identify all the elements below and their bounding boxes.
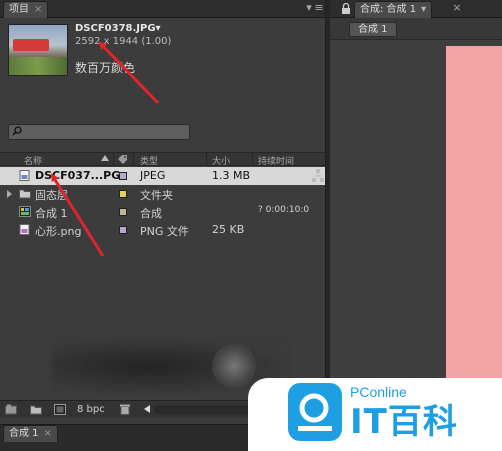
- column-name[interactable]: 名称: [24, 154, 42, 167]
- interpret-footage-icon[interactable]: [5, 404, 17, 415]
- composition-tab-bar: 合成: 合成 1 ▾ ×: [330, 0, 502, 18]
- tab-project-label: 项目: [9, 4, 29, 15]
- after-effects-workspace: 项目 × ▾ ≡ DSCF0378.JPG▾ 2592 x 1944 (1.00)…: [0, 0, 502, 451]
- list-item[interactable]: 合成 1 合成 ? 0:00:10:0: [0, 203, 325, 221]
- panel-options-icon[interactable]: ≡: [312, 2, 326, 15]
- composition-canvas[interactable]: [446, 46, 502, 424]
- preview-file-name[interactable]: DSCF0378.JPG▾: [75, 23, 161, 34]
- search-icon: [12, 126, 22, 136]
- file-type: 合成: [140, 207, 162, 220]
- breadcrumb-item[interactable]: 合成 1: [349, 22, 397, 37]
- image-file-icon: [19, 224, 30, 235]
- list-item[interactable]: DSCF037...PG JPEG 1.3 MB: [0, 167, 325, 185]
- tab-timeline-label: 合成 1: [9, 428, 39, 439]
- trash-icon[interactable]: [119, 404, 131, 415]
- tab-timeline[interactable]: 合成 1 ×: [3, 425, 58, 442]
- project-search-input[interactable]: [8, 124, 190, 140]
- file-size: 25 KB: [212, 223, 245, 236]
- column-divider[interactable]: [252, 153, 253, 166]
- file-name: 心形.png: [35, 225, 82, 238]
- blurred-disc: [212, 344, 256, 388]
- expand-triangle-icon[interactable]: [7, 190, 12, 198]
- new-folder-icon[interactable]: [30, 404, 42, 415]
- close-icon[interactable]: ×: [34, 4, 42, 15]
- footage-thumbnail: [8, 24, 68, 76]
- watermark-title: IT百科: [350, 402, 458, 442]
- lock-icon[interactable]: [341, 3, 351, 14]
- pconline-logo-icon: [288, 383, 342, 441]
- watermark-brand: PConline: [350, 384, 407, 400]
- image-file-icon: [19, 170, 30, 181]
- file-type: JPEG: [140, 169, 166, 182]
- tab-composition-label: 合成: 合成 1: [360, 4, 417, 15]
- flowchart-icon[interactable]: [312, 169, 324, 183]
- project-column-header: 名称 类型 大小 持续时间: [0, 152, 325, 167]
- list-item[interactable]: 固态层 文件夹: [0, 185, 325, 203]
- close-icon[interactable]: ×: [450, 2, 464, 15]
- thumbnail-plants: [9, 57, 67, 75]
- sort-ascending-icon[interactable]: [101, 155, 109, 161]
- preview-color-depth: 数百万颜色: [75, 61, 136, 75]
- composition-panel: 合成: 合成 1 ▾ × 合成 1: [330, 0, 502, 424]
- label-color-swatch[interactable]: [119, 208, 127, 216]
- breadcrumb: 合成 1: [330, 18, 502, 40]
- composition-viewer[interactable]: [332, 41, 502, 424]
- scroll-left-arrow[interactable]: [144, 405, 150, 413]
- project-bit-depth[interactable]: 8 bpc: [77, 404, 105, 415]
- tab-composition[interactable]: 合成: 合成 1 ▾: [354, 1, 433, 18]
- column-divider[interactable]: [206, 153, 207, 166]
- column-divider[interactable]: [133, 153, 134, 166]
- preview-dimensions: 2592 x 1944 (1.00): [75, 36, 172, 47]
- composition-icon: [19, 206, 31, 217]
- tab-project[interactable]: 项目 ×: [3, 1, 49, 18]
- new-composition-icon[interactable]: [54, 404, 66, 415]
- file-duration: ? 0:00:10:0: [258, 205, 310, 215]
- column-size[interactable]: 大小: [212, 154, 230, 167]
- file-size: 1.3 MB: [212, 169, 251, 182]
- thumbnail-sign: [13, 39, 49, 51]
- label-color-swatch[interactable]: [119, 226, 127, 234]
- list-item[interactable]: 心形.png PNG 文件 25 KB: [0, 221, 325, 239]
- label-tag-icon[interactable]: [117, 154, 128, 164]
- project-file-list: DSCF037...PG JPEG 1.3 MB 固态层 文件夹 合成 1 合成…: [0, 167, 325, 239]
- file-name: 固态层: [35, 189, 68, 202]
- project-panel: 项目 × ▾ ≡ DSCF0378.JPG▾ 2592 x 1944 (1.00)…: [0, 0, 326, 424]
- file-name: 合成 1: [35, 207, 68, 220]
- column-divider[interactable]: [113, 153, 114, 166]
- file-name: DSCF037...PG: [35, 169, 121, 182]
- chevron-down-icon[interactable]: ▾: [421, 4, 426, 15]
- label-color-swatch[interactable]: [119, 172, 127, 180]
- column-type[interactable]: 类型: [140, 154, 158, 167]
- label-color-swatch[interactable]: [119, 190, 127, 198]
- project-tab-bar: 项目 × ▾ ≡: [0, 0, 325, 18]
- file-type: 文件夹: [140, 189, 173, 202]
- close-icon[interactable]: ×: [44, 428, 52, 439]
- folder-icon: [19, 189, 31, 199]
- column-duration[interactable]: 持续时间: [258, 154, 294, 167]
- file-type: PNG 文件: [140, 225, 189, 238]
